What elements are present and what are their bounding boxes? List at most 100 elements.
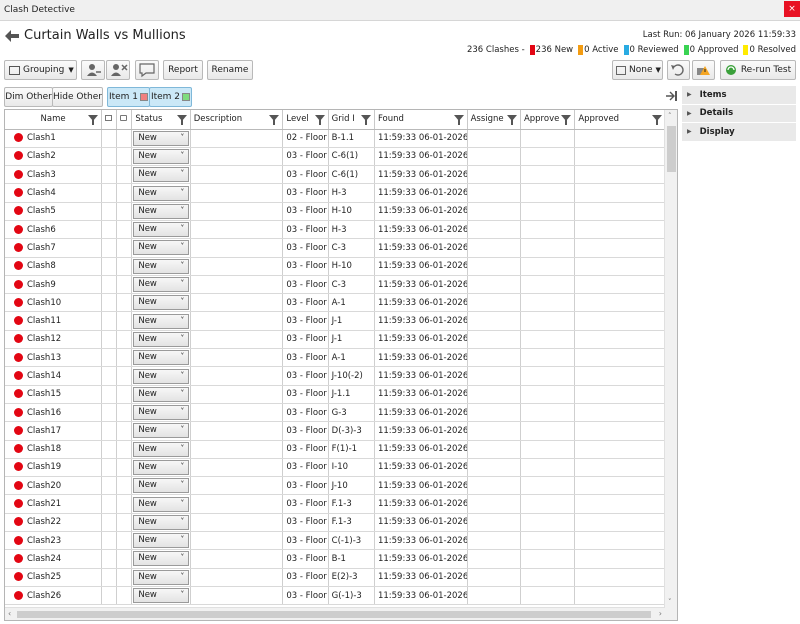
table-row[interactable]: Clash2 New 03 - FloorC-6(1)11:59:33 06-01-… [5, 147, 666, 167]
status-dropdown[interactable]: New [133, 405, 190, 421]
col-approved[interactable]: Approved [574, 110, 666, 130]
rerun-test-button[interactable]: Re-run Test [720, 60, 796, 80]
table-row[interactable]: Clash15 New 03 - FloorJ-1.111:59:33 06-01-… [5, 385, 666, 404]
table-row[interactable]: Clash23 New 03 - FloorC(-1)-311:59:33 06-0… [5, 531, 666, 551]
table-row[interactable]: Clash24 New 03 - FloorB-111:59:33 06-01-20… [5, 549, 666, 569]
table-row[interactable]: Clash11 New 03 - FloorJ-111:59:33 06-01-20… [5, 311, 666, 331]
status-dropdown[interactable]: New [133, 569, 190, 585]
status-dropdown[interactable]: New [133, 350, 190, 366]
scroll-down-arrow[interactable]: ˅ [668, 598, 672, 606]
scroll-right-arrow[interactable]: › [659, 609, 662, 618]
table-row[interactable]: Clash14 New 03 - FloorJ-10(-2)11:59:33 06-… [5, 366, 666, 386]
table-row[interactable]: Clash9 New 03 - FloorC-311:59:33 06-01-202… [5, 275, 666, 295]
table-row[interactable]: Clash6 New 03 - FloorH-311:59:33 06-01-202… [5, 220, 666, 240]
refresh-view-button[interactable] [667, 60, 690, 80]
filter-icon[interactable] [314, 115, 325, 125]
status-dropdown[interactable]: New [133, 478, 190, 494]
filter-icon[interactable] [360, 115, 371, 125]
status-dropdown[interactable]: New [133, 368, 190, 384]
col-viewpoint[interactable] [101, 110, 118, 130]
status-dropdown[interactable]: New [133, 386, 190, 402]
table-row[interactable]: Clash26 New 03 - FloorG(-1)-311:59:33 06-0… [5, 586, 666, 606]
filter-icon[interactable] [453, 115, 464, 125]
status-dropdown[interactable]: New [133, 167, 190, 183]
status-dropdown[interactable]: New [133, 533, 190, 549]
status-dropdown[interactable]: New [133, 130, 190, 146]
table-row[interactable]: Clash4 New 03 - FloorH-311:59:33 06-01-202… [5, 183, 666, 203]
col-found[interactable]: Found [374, 110, 468, 130]
horizontal-scroll-thumb[interactable] [17, 611, 651, 618]
assign-button[interactable] [81, 60, 105, 80]
status-dropdown[interactable]: New [133, 148, 190, 164]
report-button[interactable]: Report [163, 60, 203, 80]
status-dropdown[interactable]: New [133, 240, 190, 256]
status-dropdown[interactable]: New [133, 588, 190, 604]
unassign-button[interactable] [106, 60, 130, 80]
rename-button[interactable]: Rename [207, 60, 253, 80]
table-row[interactable]: Clash22 New 03 - FloorF.1-311:59:33 06-01-… [5, 513, 666, 533]
col-approved-by[interactable]: Approve [520, 110, 576, 130]
display-section[interactable]: ▶ Display [682, 123, 796, 142]
status-dropdown[interactable]: New [133, 331, 190, 347]
status-dropdown[interactable]: New [133, 295, 190, 311]
col-grid[interactable]: Grid I [328, 110, 375, 130]
comment-button[interactable] [135, 60, 159, 80]
table-row[interactable]: Clash19 New 03 - FloorI-1011:59:33 06-01-2… [5, 458, 666, 478]
details-section[interactable]: ▶ Details [682, 104, 796, 123]
filter-icon[interactable] [561, 115, 572, 125]
table-row[interactable]: Clash21 New 03 - FloorF.1-311:59:33 06-01-… [5, 494, 666, 514]
warning-button[interactable] [692, 60, 715, 80]
status-dropdown[interactable]: New [133, 203, 190, 219]
grouping-button[interactable]: Grouping ▼ [4, 60, 77, 80]
collapse-panel-icon[interactable] [666, 91, 678, 101]
table-row[interactable]: Clash16 New 03 - FloorG-311:59:33 06-01-20… [5, 403, 666, 423]
none-dropdown[interactable]: None ▼ [612, 60, 663, 80]
status-dropdown[interactable]: New [133, 423, 190, 439]
status-dropdown[interactable]: New [133, 459, 190, 475]
table-row[interactable]: Clash3 New 03 - FloorC-6(1)11:59:33 06-01-… [5, 165, 666, 185]
table-row[interactable]: Clash25 New 03 - FloorE(2)-311:59:33 06-01… [5, 568, 666, 587]
status-dropdown[interactable]: New [133, 551, 190, 567]
dim-other-button[interactable]: Dim Other [4, 87, 53, 107]
filter-icon[interactable] [176, 115, 187, 125]
col-name[interactable]: Name [5, 110, 103, 130]
filter-icon[interactable] [506, 115, 517, 125]
table-row[interactable]: Clash10 New 03 - FloorA-111:59:33 06-01-20… [5, 293, 666, 313]
close-button[interactable]: × [784, 1, 800, 17]
col-status[interactable]: Status [131, 110, 191, 130]
col-description[interactable]: Description [190, 110, 284, 130]
status-dropdown[interactable]: New [133, 258, 190, 274]
status-dropdown[interactable]: New [133, 222, 190, 238]
table-row[interactable]: Clash18 New 03 - FloorF(1)-111:59:33 06-01… [5, 440, 666, 459]
back-arrow-icon[interactable] [5, 30, 19, 42]
status-dropdown[interactable]: New [133, 277, 190, 293]
filter-icon[interactable] [88, 115, 99, 125]
table-row[interactable]: Clash8 New 03 - FloorH-1011:59:33 06-01-20… [5, 257, 666, 276]
col-comments[interactable] [116, 110, 133, 130]
scroll-up-arrow[interactable]: ˄ [668, 112, 672, 120]
filter-icon[interactable] [652, 115, 662, 125]
table-row[interactable]: Clash20 New 03 - FloorJ-1011:59:33 06-01-2… [5, 476, 666, 496]
item1-toggle[interactable]: Item 1 [107, 87, 150, 107]
horizontal-scrollbar[interactable]: ‹ › [5, 607, 665, 620]
table-row[interactable]: Clash7 New 03 - FloorC-311:59:33 06-01-202… [5, 238, 666, 258]
status-dropdown[interactable]: New [133, 313, 190, 329]
table-row[interactable]: Clash1 New 02 - FloorB-1.111:59:33 06-01-2… [5, 129, 666, 148]
vertical-scrollbar[interactable]: ˄ ˅ [664, 110, 677, 620]
filter-icon[interactable] [269, 115, 280, 125]
table-row[interactable]: Clash12 New 03 - FloorJ-111:59:33 06-01-20… [5, 330, 666, 350]
scroll-left-arrow[interactable]: ‹ [8, 609, 11, 618]
results-grid[interactable]: Name Status Description Level Grid I Fou… [4, 109, 678, 621]
col-assigned[interactable]: Assigne [467, 110, 521, 130]
col-level[interactable]: Level [282, 110, 329, 130]
status-dropdown[interactable]: New [133, 514, 190, 530]
table-row[interactable]: Clash13 New 03 - FloorA-111:59:33 06-01-20… [5, 348, 666, 368]
status-dropdown[interactable]: New [133, 496, 190, 512]
table-row[interactable]: Clash5 New 03 - FloorH-1011:59:33 06-01-20… [5, 202, 666, 221]
vertical-scroll-thumb[interactable] [667, 126, 676, 172]
hide-other-button[interactable]: Hide Other [52, 87, 103, 107]
item2-toggle[interactable]: Item 2 [149, 87, 192, 107]
table-row[interactable]: Clash17 New 03 - FloorD(-3)-311:59:33 06-0… [5, 421, 666, 441]
status-dropdown[interactable]: New [133, 441, 190, 457]
status-dropdown[interactable]: New [133, 185, 190, 201]
